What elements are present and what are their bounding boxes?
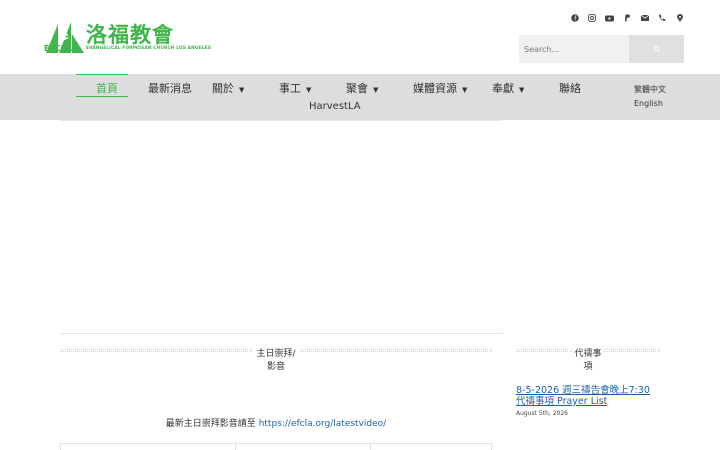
search-input[interactable]: [519, 35, 629, 63]
youtube-icon[interactable]: [601, 12, 619, 24]
nav-item-label: 事工: [279, 82, 301, 95]
prayer-section-title: 代禱事項: [574, 349, 602, 372]
active-indicator-bottom: [76, 96, 128, 97]
nav-item-label: 首頁: [96, 82, 118, 95]
logo-abbreviation: EFCLA: [44, 44, 73, 53]
nav-item-giving[interactable]: 奉獻 ▼: [492, 80, 524, 96]
social-links: f: [566, 12, 689, 24]
active-indicator-top: [76, 74, 128, 75]
content-top-border: [60, 120, 502, 121]
heading-separator: [300, 349, 492, 352]
caret-down-icon: ▼: [239, 86, 245, 94]
nav-item-about[interactable]: 關於 ▼: [212, 80, 244, 96]
latest-video-notice: 最新主日崇拜影音請至 https://efcla.org/latestvideo…: [60, 416, 492, 429]
phone-icon[interactable]: [654, 12, 672, 24]
nav-item-ministries[interactable]: 事工 ▼: [279, 80, 311, 96]
caret-down-icon: ▼: [519, 86, 525, 94]
nav-item-media[interactable]: 媒體資源 ▼: [413, 80, 467, 96]
search-button[interactable]: [629, 35, 684, 63]
search-form: [519, 35, 684, 63]
nav-item-label: 關於: [212, 82, 234, 95]
table-column-divider: [370, 443, 371, 450]
prayer-post-link[interactable]: 8-5-2026 週三禱告會晚上7:30代禱事項 Prayer List: [516, 385, 656, 407]
prayer-post-date: August 5th, 2026: [516, 410, 568, 417]
search-icon: [653, 46, 660, 52]
nav-item-label: 聚會: [346, 82, 368, 95]
caret-down-icon: ▼: [462, 86, 468, 94]
latest-video-link[interactable]: https://efcla.org/latestvideo/: [259, 419, 387, 429]
nav-item-label: HarvestLA: [309, 101, 361, 112]
video-table: [60, 443, 492, 450]
table-column-divider: [235, 443, 236, 450]
nav-item-gatherings[interactable]: 聚會 ▼: [346, 80, 378, 96]
nav-item-label: 最新消息: [148, 82, 192, 95]
language-english[interactable]: English: [634, 99, 663, 108]
heading-separator: [604, 349, 660, 352]
nav-item-contact[interactable]: 聯絡: [559, 80, 581, 96]
site-header: EFCLA 洛福教會 EVANGELICAL FORMOSAN CHURCH L…: [0, 0, 720, 74]
nav-item-label: 聯絡: [559, 82, 581, 95]
facebook-icon[interactable]: f: [566, 12, 584, 24]
nav-item-harvestla[interactable]: HarvestLA: [309, 101, 361, 112]
worship-section-title: 主日崇拜/影音: [256, 349, 296, 372]
logo-english-name: EVANGELICAL FORMOSAN CHURCH LOS ANGELES: [86, 46, 211, 51]
paypal-icon[interactable]: [619, 12, 637, 24]
heading-separator: [516, 349, 572, 352]
caret-down-icon: ▼: [306, 86, 312, 94]
logo-chinese-name: 洛福教會: [86, 23, 174, 47]
site-logo[interactable]: EFCLA 洛福教會 EVANGELICAL FORMOSAN CHURCH L…: [44, 20, 211, 54]
content-divider: [60, 333, 503, 334]
mail-icon[interactable]: [636, 12, 654, 24]
latest-video-text: 最新主日崇拜影音請至: [165, 419, 256, 429]
nav-item-label: 媒體資源: [413, 82, 457, 95]
heading-separator: [60, 349, 252, 352]
nav-item-home[interactable]: 首頁: [96, 80, 118, 96]
caret-down-icon: ▼: [373, 86, 379, 94]
nav-item-news[interactable]: 最新消息: [148, 80, 192, 96]
nav-item-label: 奉獻: [492, 82, 514, 95]
instagram-icon[interactable]: [584, 12, 602, 24]
map-pin-icon[interactable]: [671, 12, 689, 24]
language-traditional-chinese[interactable]: 繁體中文: [634, 84, 666, 95]
main-navigation: 首頁 最新消息 關於 ▼ 事工 ▼ 聚會 ▼ 媒體資源 ▼ 奉獻 ▼ 聯絡 Harvest…: [0, 74, 720, 120]
